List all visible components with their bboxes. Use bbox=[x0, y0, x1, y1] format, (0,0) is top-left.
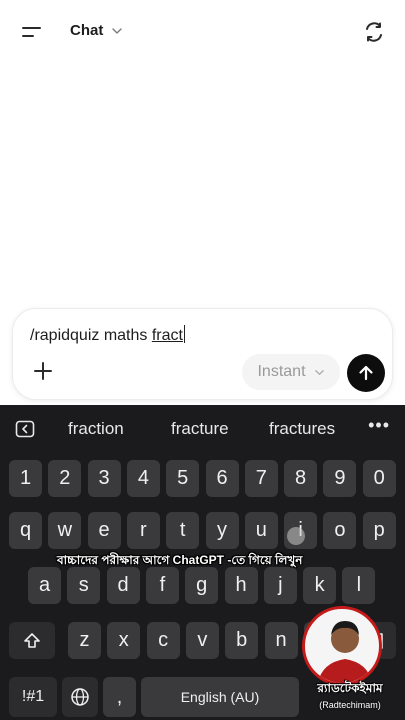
input-text: /rapidquiz maths bbox=[30, 327, 152, 344]
key-6[interactable]: 6 bbox=[205, 460, 239, 497]
suggestion-bar: fraction fracture fractures ••• bbox=[0, 405, 405, 453]
menu-icon[interactable] bbox=[22, 25, 42, 39]
arrow-up-icon bbox=[359, 365, 373, 381]
key-n[interactable]: n bbox=[264, 622, 298, 659]
key-u[interactable]: u bbox=[244, 512, 278, 549]
touch-indicator bbox=[287, 527, 305, 545]
model-label: Instant bbox=[257, 363, 306, 380]
send-button[interactable] bbox=[347, 354, 385, 392]
key-c[interactable]: c bbox=[146, 622, 180, 659]
key-v[interactable]: v bbox=[185, 622, 219, 659]
key-4[interactable]: 4 bbox=[126, 460, 160, 497]
add-attachment-button[interactable] bbox=[27, 355, 59, 387]
key-9[interactable]: 9 bbox=[323, 460, 357, 497]
key-3[interactable]: 3 bbox=[87, 460, 121, 497]
channel-avatar bbox=[302, 606, 382, 686]
message-composer: /rapidquiz maths fract Instant bbox=[12, 308, 393, 400]
chevron-down-icon bbox=[314, 369, 324, 375]
new-chat-icon[interactable] bbox=[363, 21, 385, 43]
input-text-current-word: fract bbox=[151, 327, 183, 344]
chevron-down-icon bbox=[112, 27, 123, 34]
key-8[interactable]: 8 bbox=[284, 460, 318, 497]
watermark-title: র‍্যাডটেকইমাম bbox=[317, 681, 383, 695]
key-d[interactable]: d bbox=[106, 567, 140, 604]
key-q[interactable]: q bbox=[9, 512, 42, 549]
message-input[interactable]: /rapidquiz maths fract bbox=[30, 325, 185, 345]
key-e[interactable]: e bbox=[87, 512, 121, 549]
key-x[interactable]: x bbox=[107, 622, 141, 659]
suggestion-2[interactable]: fracture bbox=[171, 419, 229, 439]
key-k[interactable]: k bbox=[303, 567, 337, 604]
plus-icon bbox=[34, 362, 52, 380]
shift-key[interactable] bbox=[9, 622, 55, 659]
key-o[interactable]: o bbox=[323, 512, 357, 549]
text-cursor bbox=[183, 325, 185, 343]
top-bar: Chat bbox=[0, 0, 405, 64]
key-p[interactable]: p bbox=[362, 512, 396, 549]
key-s[interactable]: s bbox=[67, 567, 101, 604]
key-5[interactable]: 5 bbox=[166, 460, 200, 497]
more-suggestions-icon[interactable]: ••• bbox=[368, 415, 390, 436]
space-key[interactable]: English (AU) bbox=[141, 677, 299, 717]
key-r[interactable]: r bbox=[126, 512, 160, 549]
key-b[interactable]: b bbox=[225, 622, 259, 659]
symbols-key[interactable]: !#1 bbox=[9, 677, 57, 717]
key-z[interactable]: z bbox=[68, 622, 101, 659]
comma-key[interactable]: , bbox=[103, 677, 136, 717]
key-2[interactable]: 2 bbox=[48, 460, 82, 497]
key-7[interactable]: 7 bbox=[244, 460, 278, 497]
key-t[interactable]: t bbox=[166, 512, 200, 549]
key-f[interactable]: f bbox=[145, 567, 179, 604]
suggestion-1[interactable]: fraction bbox=[68, 419, 124, 439]
key-w[interactable]: w bbox=[48, 512, 82, 549]
key-j[interactable]: j bbox=[263, 567, 297, 604]
model-select-button[interactable]: Instant bbox=[242, 354, 340, 390]
watermark-subtitle: (Radtechimam) bbox=[319, 700, 381, 710]
key-a[interactable]: a bbox=[28, 567, 61, 604]
globe-key[interactable] bbox=[62, 677, 98, 717]
suggestion-3[interactable]: fractures bbox=[269, 419, 335, 439]
video-caption: বাচ্চাদের পরীক্ষার আগে ChatGPT -তে গিয়ে… bbox=[57, 553, 303, 567]
key-h[interactable]: h bbox=[224, 567, 258, 604]
chat-title: Chat bbox=[70, 22, 104, 39]
shift-icon bbox=[24, 632, 40, 648]
key-l[interactable]: l bbox=[342, 567, 376, 604]
channel-watermark: র‍্যাডটেকইমাম (Radtechimam) bbox=[298, 680, 402, 710]
key-0[interactable]: 0 bbox=[362, 460, 396, 497]
key-y[interactable]: y bbox=[205, 512, 239, 549]
key-g[interactable]: g bbox=[185, 567, 219, 604]
globe-icon bbox=[71, 688, 89, 706]
model-switcher[interactable]: Chat bbox=[70, 22, 123, 39]
keyboard-hide-icon[interactable] bbox=[15, 420, 35, 438]
key-1[interactable]: 1 bbox=[9, 460, 42, 497]
